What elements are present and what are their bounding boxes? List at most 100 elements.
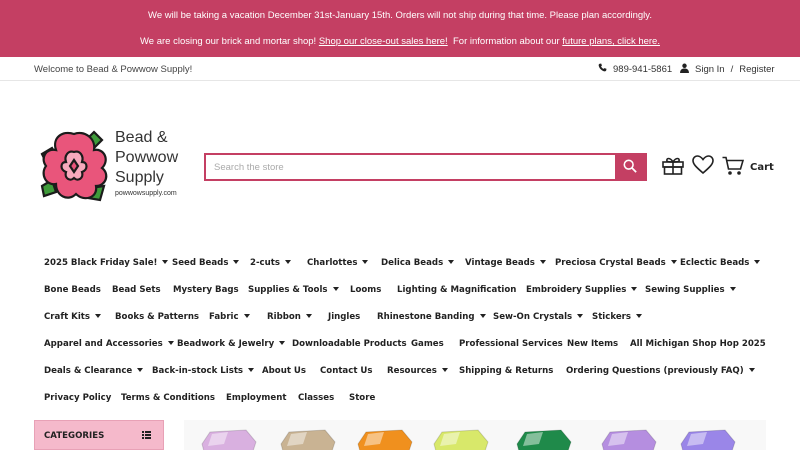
nav-item-jingles[interactable]: Jingles xyxy=(328,312,360,322)
nav-item-beadwork-jewelry[interactable]: Beadwork & Jewelry xyxy=(177,339,286,349)
caret-down-icon xyxy=(137,367,144,372)
nav-item-vintage-beads[interactable]: Vintage Beads xyxy=(465,258,546,268)
product-thumbnail[interactable] xyxy=(513,426,575,450)
logo-wordmark: Bead & Powwow Supply xyxy=(115,128,205,188)
close-out-sales-link[interactable]: Shop our close-out sales here! xyxy=(319,36,448,47)
nav-item-terms-conditions[interactable]: Terms & Conditions xyxy=(121,393,215,403)
nav-item-label: Lighting & Magnification xyxy=(397,285,517,295)
nav-item-all-michigan-shop-hop-2025[interactable]: All Michigan Shop Hop 2025 xyxy=(630,339,766,349)
categories-heading: CATEGORIES xyxy=(44,431,105,441)
product-thumbnail[interactable] xyxy=(677,426,739,450)
nav-item-apparel-and-accessories[interactable]: Apparel and Accessories xyxy=(44,339,174,349)
nav-item-rhinestone-banding[interactable]: Rhinestone Banding xyxy=(377,312,486,322)
caret-down-icon xyxy=(248,367,255,372)
nav-item-lighting-magnification[interactable]: Lighting & Magnification xyxy=(397,285,516,295)
nav-item-contact-us[interactable]: Contact Us xyxy=(320,366,373,376)
caret-down-icon xyxy=(479,313,486,318)
nav-item-resources[interactable]: Resources xyxy=(387,366,448,376)
caret-down-icon xyxy=(670,259,677,264)
nav-item-sewing-supplies[interactable]: Sewing Supplies xyxy=(645,285,736,295)
phone-contact[interactable]: 989-941-5861 xyxy=(598,63,672,75)
nav-item-employment[interactable]: Employment xyxy=(226,393,286,403)
nav-item-label: Fabric xyxy=(209,312,239,322)
search-input[interactable] xyxy=(206,155,615,179)
nav-item-embroidery-supplies[interactable]: Embroidery Supplies xyxy=(526,285,638,295)
nav-item-seed-beads[interactable]: Seed Beads xyxy=(172,258,240,268)
product-thumbnail[interactable] xyxy=(354,426,416,450)
nav-item-bone-beads[interactable]: Bone Beads xyxy=(44,285,101,295)
nav-item-label: Eclectic Beads xyxy=(680,258,750,268)
nav-item-preciosa-crystal-beads[interactable]: Preciosa Crystal Beads xyxy=(555,258,677,268)
store-logo[interactable]: Bead & Powwow Supply powwowsupply.com xyxy=(38,128,198,204)
logo-line-3: Supply xyxy=(115,169,164,186)
nav-item-about-us[interactable]: About Us xyxy=(262,366,306,376)
nav-item-2-cuts[interactable]: 2-cuts xyxy=(250,258,291,268)
nav-item-downloadable-products[interactable]: Downloadable Products xyxy=(292,339,407,349)
caret-down-icon xyxy=(448,259,455,264)
gift-certificate-button[interactable] xyxy=(660,155,686,179)
nav-item-2025-black-friday-sale[interactable]: 2025 Black Friday Sale! xyxy=(44,258,169,268)
nav-item-label: About Us xyxy=(262,366,307,376)
nav-item-professional-services[interactable]: Professional Services xyxy=(459,339,563,349)
future-plans-link[interactable]: future plans, click here. xyxy=(562,36,660,47)
nav-item-label: Privacy Policy xyxy=(44,393,112,403)
nav-item-new-items[interactable]: New Items xyxy=(567,339,618,349)
closing-notice: We are closing our brick and mortar shop… xyxy=(0,36,800,47)
nav-item-supplies-tools[interactable]: Supplies & Tools xyxy=(248,285,339,295)
wishlist-button[interactable] xyxy=(690,155,716,179)
cart-label: Cart xyxy=(750,161,774,173)
nav-item-back-in-stock-lists[interactable]: Back-in-stock Lists xyxy=(152,366,255,376)
caret-down-icon xyxy=(539,259,546,264)
nav-item-delica-beads[interactable]: Delica Beads xyxy=(381,258,455,268)
nav-item-eclectic-beads[interactable]: Eclectic Beads xyxy=(680,258,761,268)
nav-item-label: Downloadable Products xyxy=(292,339,407,349)
nav-item-classes[interactable]: Classes xyxy=(298,393,334,403)
caret-down-icon xyxy=(631,286,638,291)
caret-down-icon xyxy=(332,286,339,291)
nav-item-bead-sets[interactable]: Bead Sets xyxy=(112,285,161,295)
crystal-gem-icon xyxy=(433,429,489,450)
nav-item-games[interactable]: Games xyxy=(411,339,444,349)
nav-item-privacy-policy[interactable]: Privacy Policy xyxy=(44,393,111,403)
nav-item-sew-on-crystals[interactable]: Sew-On Crystals xyxy=(493,312,584,322)
caret-down-icon xyxy=(754,259,761,264)
product-thumbnail[interactable] xyxy=(198,426,260,450)
caret-down-icon xyxy=(167,340,174,345)
nav-item-charlottes[interactable]: Charlottes xyxy=(307,258,369,268)
nav-item-books-patterns[interactable]: Books & Patterns xyxy=(115,312,199,322)
nav-item-label: Apparel and Accessories xyxy=(44,339,163,349)
nav-item-ribbon[interactable]: Ribbon xyxy=(267,312,312,322)
nav-item-ordering-questions-previously-faq[interactable]: Ordering Questions (previously FAQ) xyxy=(566,366,755,376)
menu-icon[interactable] xyxy=(142,431,151,439)
nav-item-label: Classes xyxy=(298,393,335,403)
nav-item-label: Back-in-stock Lists xyxy=(152,366,244,376)
nav-item-craft-kits[interactable]: Craft Kits xyxy=(44,312,102,322)
nav-item-fabric[interactable]: Fabric xyxy=(209,312,250,322)
caret-down-icon xyxy=(636,313,643,318)
product-thumbnail[interactable] xyxy=(430,426,492,450)
nav-item-label: Bead Sets xyxy=(112,285,161,295)
product-carousel xyxy=(184,420,766,450)
product-thumbnail[interactable] xyxy=(277,426,339,450)
sign-in-link[interactable]: Sign In xyxy=(695,64,725,75)
gift-icon xyxy=(662,155,684,179)
nav-item-label: Contact Us xyxy=(320,366,373,376)
flower-logo-icon xyxy=(38,128,110,204)
search-button[interactable] xyxy=(615,155,645,179)
logo-domain: powwowsupply.com xyxy=(115,190,177,197)
nav-item-label: Stickers xyxy=(592,312,632,322)
phone-number: 989-941-5861 xyxy=(613,63,673,75)
register-link[interactable]: Register xyxy=(739,64,774,75)
product-thumbnail[interactable] xyxy=(598,426,660,450)
account-separator: / xyxy=(730,64,734,75)
nav-item-shipping-returns[interactable]: Shipping & Returns xyxy=(459,366,553,376)
nav-item-label: Preciosa Crystal Beads xyxy=(555,258,666,268)
nav-item-stickers[interactable]: Stickers xyxy=(592,312,643,322)
nav-item-label: Delica Beads xyxy=(381,258,444,268)
cart-button[interactable]: Cart xyxy=(722,156,774,179)
nav-item-looms[interactable]: Looms xyxy=(350,285,381,295)
caret-down-icon xyxy=(577,313,584,318)
nav-item-store[interactable]: Store xyxy=(349,393,375,403)
nav-item-mystery-bags[interactable]: Mystery Bags xyxy=(173,285,239,295)
nav-item-deals-clearance[interactable]: Deals & Clearance xyxy=(44,366,144,376)
